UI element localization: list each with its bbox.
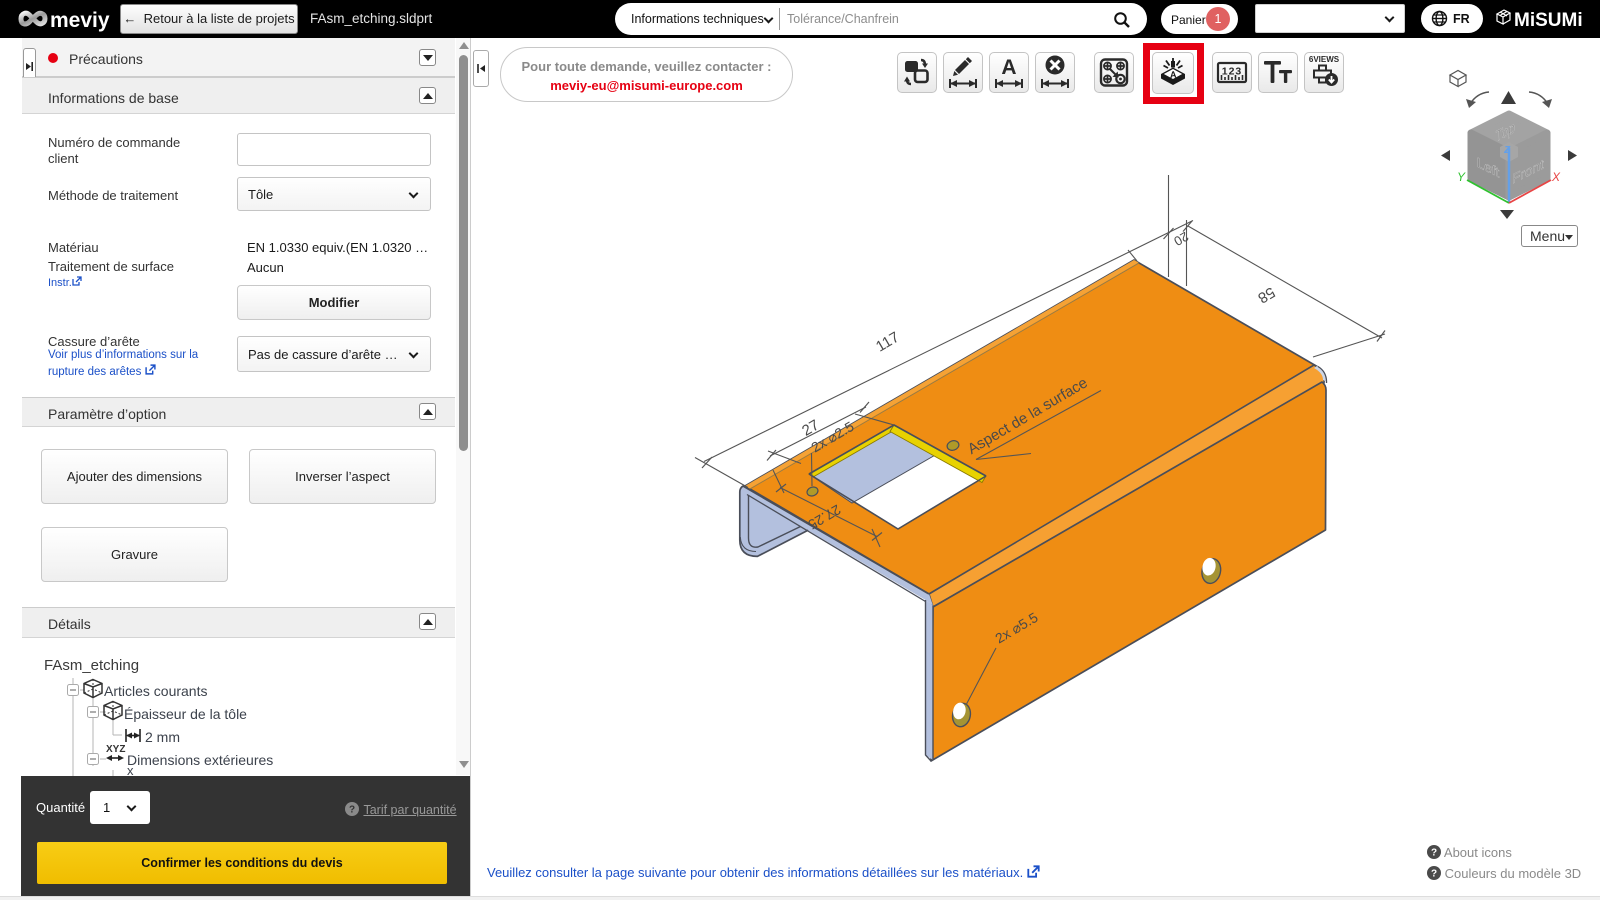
svg-text:MiSUMi: MiSUMi xyxy=(1514,10,1583,31)
svg-text:58: 58 xyxy=(1255,283,1278,306)
svg-text:117: 117 xyxy=(873,329,902,356)
svg-text:20: 20 xyxy=(1171,229,1191,249)
svg-text:XYZ: XYZ xyxy=(106,744,125,755)
svg-text:meviy: meviy xyxy=(50,9,110,32)
svg-text:Y: Y xyxy=(1457,170,1466,184)
svg-text:X: X xyxy=(1551,170,1561,184)
svg-text:?: ? xyxy=(349,805,355,816)
svg-text:z: z xyxy=(1503,141,1511,156)
